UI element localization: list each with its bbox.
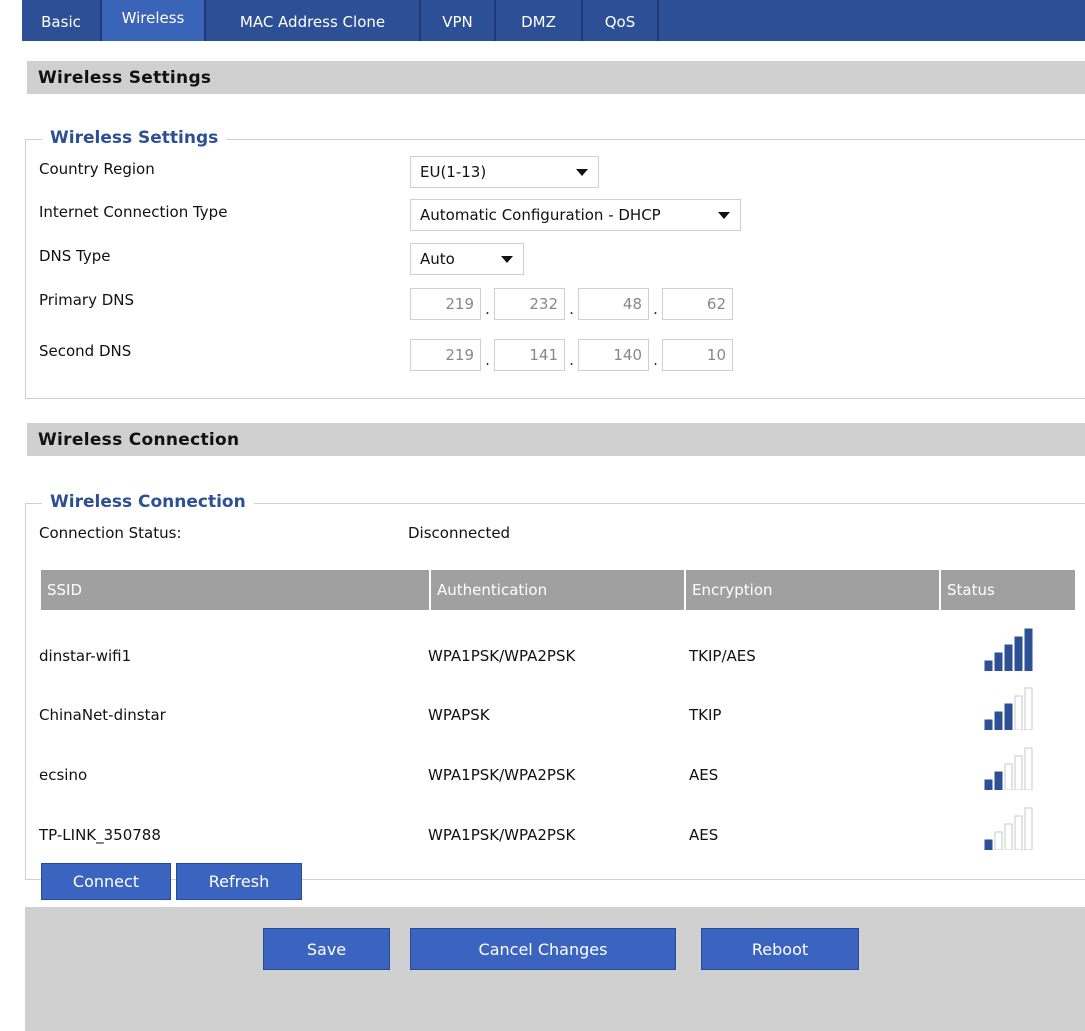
connection-status-value: Disconnected bbox=[408, 524, 511, 542]
signal-strength-icon bbox=[984, 628, 1033, 671]
chevron-down-icon bbox=[718, 212, 730, 219]
enc-cell: TKIP bbox=[689, 706, 722, 724]
auth-cell: WPA1PSK/WPA2PSK bbox=[428, 766, 576, 784]
tab-mac-address-clone[interactable]: MAC Address Clone bbox=[206, 0, 421, 41]
footer-bar: Save Cancel Changes Reboot bbox=[25, 907, 1085, 1031]
connection-type-select[interactable]: Automatic Configuration - DHCP bbox=[410, 199, 741, 231]
ssid-cell: ecsino bbox=[39, 766, 88, 784]
chevron-down-icon bbox=[501, 256, 513, 263]
primary-dns-octet-3[interactable]: 48 bbox=[578, 288, 649, 320]
cancel-changes-button[interactable]: Cancel Changes bbox=[410, 928, 676, 970]
signal-bar bbox=[1024, 687, 1033, 730]
primary-dns-label: Primary DNS bbox=[39, 291, 135, 309]
wireless-connection-header: Wireless Connection bbox=[27, 423, 1085, 456]
signal-bar bbox=[1014, 695, 1023, 730]
column-header-encryption: Encryption bbox=[686, 570, 939, 610]
country-region-value: EU(1-13) bbox=[420, 163, 487, 181]
wireless-settings-header: Wireless Settings bbox=[27, 61, 1085, 94]
top-tab-bar: Basic Wireless MAC Address Clone VPN DMZ… bbox=[22, 0, 1085, 41]
country-region-select[interactable]: EU(1-13) bbox=[410, 156, 599, 188]
second-dns-octet-2[interactable]: 141 bbox=[494, 339, 565, 371]
enc-cell: AES bbox=[689, 766, 719, 784]
primary-dns-octet-1[interactable]: 219 bbox=[410, 288, 481, 320]
signal-bar bbox=[994, 652, 1003, 671]
second-dns-input: 219 . 141 . 140 . 10 bbox=[410, 339, 733, 371]
ssid-cell: dinstar-wifi1 bbox=[39, 647, 132, 665]
tab-dmz[interactable]: DMZ bbox=[496, 0, 583, 41]
second-dns-octet-4[interactable]: 10 bbox=[662, 339, 733, 371]
enc-cell: TKIP/AES bbox=[689, 647, 756, 665]
connection-type-label: Internet Connection Type bbox=[39, 203, 228, 221]
signal-bar bbox=[984, 660, 993, 671]
ssid-cell: TP-LINK_350788 bbox=[39, 826, 161, 844]
primary-dns-octet-2[interactable]: 232 bbox=[494, 288, 565, 320]
signal-bar bbox=[1014, 755, 1023, 790]
signal-bar bbox=[994, 831, 1003, 850]
signal-bar bbox=[994, 711, 1003, 730]
wireless-settings-legend: Wireless Settings bbox=[42, 128, 227, 148]
auth-cell: WPA1PSK/WPA2PSK bbox=[428, 826, 576, 844]
second-dns-octet-1[interactable]: 219 bbox=[410, 339, 481, 371]
signal-bar bbox=[994, 771, 1003, 790]
signal-bar bbox=[1014, 815, 1023, 850]
connect-button[interactable]: Connect bbox=[41, 863, 171, 900]
primary-dns-octet-4[interactable]: 62 bbox=[662, 288, 733, 320]
signal-bar bbox=[1004, 703, 1013, 730]
signal-bar bbox=[984, 839, 993, 850]
chevron-down-icon bbox=[576, 169, 588, 176]
signal-bar bbox=[1004, 644, 1013, 671]
signal-bar bbox=[1004, 823, 1013, 850]
signal-bar bbox=[984, 719, 993, 730]
signal-strength-icon bbox=[984, 807, 1033, 850]
save-button[interactable]: Save bbox=[263, 928, 390, 970]
tab-qos[interactable]: QoS bbox=[583, 0, 659, 41]
tab-wireless[interactable]: Wireless bbox=[102, 0, 206, 41]
signal-bar bbox=[1024, 628, 1033, 671]
second-dns-octet-3[interactable]: 140 bbox=[578, 339, 649, 371]
country-region-label: Country Region bbox=[39, 160, 155, 178]
tab-basic[interactable]: Basic bbox=[22, 0, 102, 41]
column-header-authentication: Authentication bbox=[431, 570, 684, 610]
dns-type-value: Auto bbox=[420, 250, 455, 268]
ssid-cell: ChinaNet-dinstar bbox=[39, 706, 166, 724]
connection-type-value: Automatic Configuration - DHCP bbox=[420, 206, 661, 224]
column-header-ssid: SSID bbox=[41, 570, 429, 610]
wireless-connection-fieldset: Wireless Connection Connection Status: D… bbox=[25, 492, 1085, 900]
wireless-settings-fieldset: Wireless Settings Country Region EU(1-13… bbox=[25, 128, 1085, 399]
dns-type-label: DNS Type bbox=[39, 247, 111, 265]
second-dns-label: Second DNS bbox=[39, 342, 132, 360]
tab-vpn[interactable]: VPN bbox=[421, 0, 496, 41]
signal-bar bbox=[1024, 747, 1033, 790]
refresh-button[interactable]: Refresh bbox=[176, 863, 302, 900]
signal-strength-icon bbox=[984, 747, 1033, 790]
signal-bar bbox=[1014, 636, 1023, 671]
dns-type-select[interactable]: Auto bbox=[410, 243, 524, 275]
column-header-status: Status bbox=[941, 570, 1075, 610]
signal-bar bbox=[984, 779, 993, 790]
enc-cell: AES bbox=[689, 826, 719, 844]
reboot-button[interactable]: Reboot bbox=[701, 928, 859, 970]
signal-bar bbox=[1004, 763, 1013, 790]
auth-cell: WPAPSK bbox=[428, 706, 490, 724]
primary-dns-input: 219 . 232 . 48 . 62 bbox=[410, 288, 733, 320]
signal-strength-icon bbox=[984, 687, 1033, 730]
auth-cell: WPA1PSK/WPA2PSK bbox=[428, 647, 576, 665]
signal-bar bbox=[1024, 807, 1033, 850]
connection-status-label: Connection Status: bbox=[39, 524, 182, 542]
wireless-connection-legend: Wireless Connection bbox=[42, 492, 254, 512]
